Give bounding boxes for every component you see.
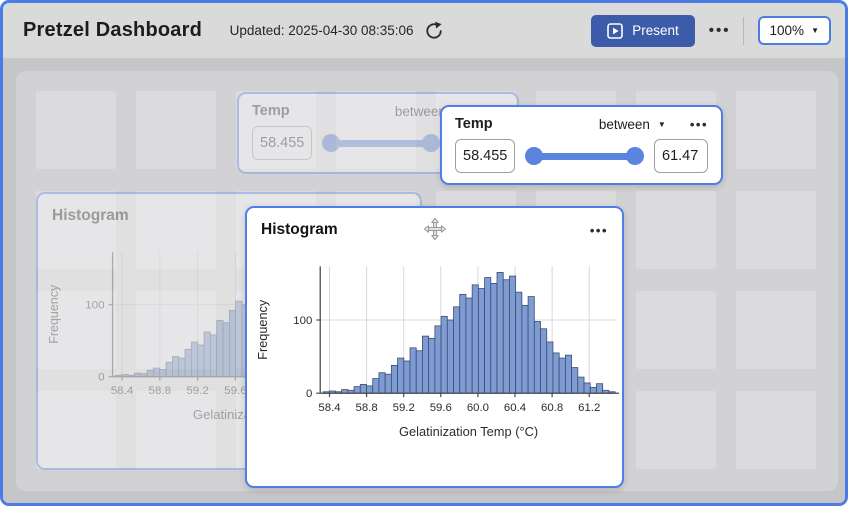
slider-track[interactable] (533, 153, 636, 160)
grid-placeholder-cell (636, 291, 716, 369)
histogram-title: Histogram (261, 221, 338, 239)
play-icon (607, 23, 623, 39)
svg-text:Frequency: Frequency (255, 299, 270, 360)
chevron-down-icon: ▼ (811, 26, 819, 35)
svg-text:0: 0 (306, 388, 312, 400)
grid-placeholder-cell (736, 291, 816, 369)
svg-text:61.2: 61.2 (578, 402, 600, 414)
svg-text:60.8: 60.8 (541, 402, 563, 414)
grid-placeholder-cell (136, 91, 216, 169)
slider-handle-max[interactable] (626, 147, 644, 165)
operator-dropdown[interactable]: between ▼ (599, 117, 666, 132)
zoom-level-dropdown[interactable]: 100% ▼ (758, 16, 831, 45)
grid-placeholder-cell (36, 291, 116, 369)
temp-widget-title: Temp (455, 116, 493, 132)
grid-placeholder-cell (736, 91, 816, 169)
range-slider[interactable] (525, 147, 644, 165)
refresh-button[interactable] (424, 21, 444, 41)
svg-text:59.2: 59.2 (393, 402, 415, 414)
svg-text:Gelatinization Temp (°C): Gelatinization Temp (°C) (399, 424, 538, 439)
app-window: Pretzel Dashboard Updated: 2025-04-30 08… (0, 0, 848, 506)
svg-text:60.0: 60.0 (467, 402, 489, 414)
updated-group: Updated: 2025-04-30 08:35:06 (230, 21, 444, 41)
refresh-icon (424, 21, 444, 41)
grid-placeholder-cell (136, 191, 216, 269)
grid-placeholder-cell (36, 391, 116, 469)
svg-text:59.6: 59.6 (430, 402, 452, 414)
temp-filter-widget: Temp between ▼ ••• (440, 105, 723, 185)
chevron-down-icon: ▼ (658, 120, 666, 129)
svg-text:100: 100 (293, 315, 312, 327)
header-more-button[interactable]: ••• (709, 22, 731, 39)
present-button-label: Present (632, 23, 679, 38)
svg-text:58.8: 58.8 (356, 402, 378, 414)
page-title: Pretzel Dashboard (23, 19, 202, 42)
grid-placeholder-cell (636, 391, 716, 469)
range-min-input[interactable] (455, 139, 515, 173)
histogram-header: Histogram ••• (247, 208, 622, 240)
grid-placeholder-cell (736, 191, 816, 269)
grid-placeholder-cell (636, 191, 716, 269)
present-button[interactable]: Present (591, 15, 695, 47)
temp-widget-header: Temp between ▼ ••• (455, 116, 708, 132)
histogram-more-button[interactable]: ••• (590, 223, 608, 238)
updated-timestamp: Updated: 2025-04-30 08:35:06 (230, 23, 414, 38)
svg-text:60.4: 60.4 (504, 402, 526, 414)
grid-placeholder-cell (36, 191, 116, 269)
grid-placeholder-cell (736, 391, 816, 469)
grid-placeholder-cell (36, 91, 116, 169)
slider-handle-min[interactable] (525, 147, 543, 165)
grid-placeholder-cell (136, 291, 216, 369)
grid-placeholder-cell (336, 91, 416, 169)
header-divider (743, 17, 744, 45)
svg-text:58.4: 58.4 (318, 402, 340, 414)
grid-placeholder-cell (136, 391, 216, 469)
header-bar: Pretzel Dashboard Updated: 2025-04-30 08… (3, 3, 845, 59)
grid-placeholder-cell (236, 91, 316, 169)
temp-widget-more-button[interactable]: ••• (690, 117, 708, 132)
operator-label: between (599, 117, 650, 132)
range-max-input[interactable] (654, 139, 708, 173)
histogram-widget: Histogram ••• 58.458.85 (245, 206, 624, 488)
temp-widget-controls (455, 139, 708, 173)
histogram-chart: 58.4 58.8 59.2 59.6 60.0 60.4 60.8 61.2 0 100 Gela… (247, 238, 622, 484)
zoom-level-value: 100% (770, 23, 805, 38)
dashboard-canvas: Temp between ▼ ••• Histogram (3, 59, 845, 503)
